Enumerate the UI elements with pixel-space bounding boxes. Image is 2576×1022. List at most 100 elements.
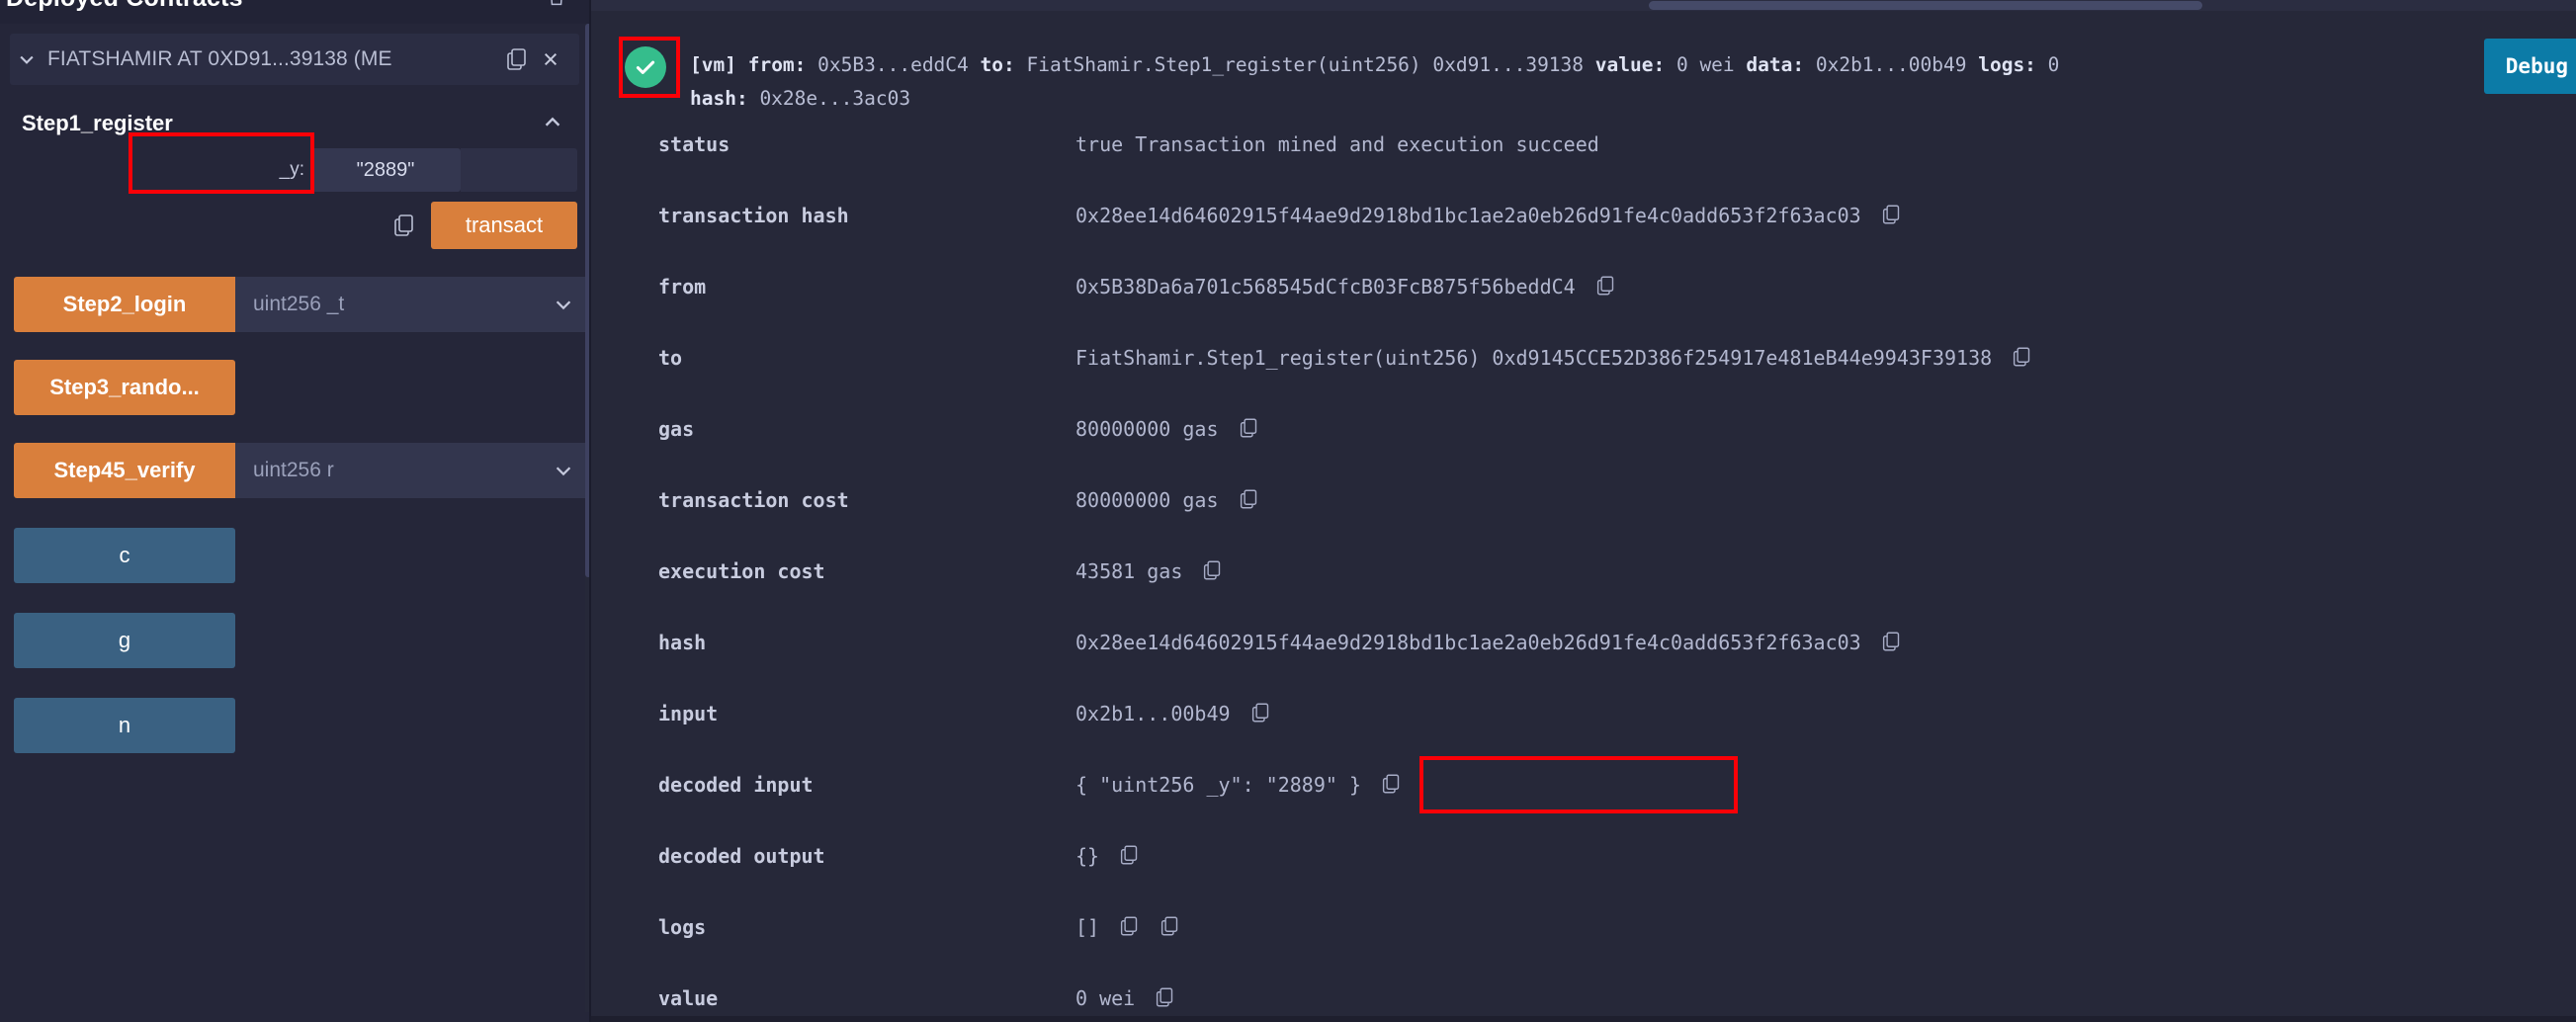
transaction-details-table: status true Transaction mined and executi… xyxy=(591,129,2576,1022)
copy-icon[interactable] xyxy=(1202,556,1223,586)
detail-value: FiatShamir.Step1_register(uint256) 0xd91… xyxy=(1075,343,2576,373)
param-label-y: _y: xyxy=(279,159,304,180)
copy-icon[interactable] xyxy=(1239,414,1259,444)
detail-value: 0 wei xyxy=(1075,983,2576,1013)
chevron-down-icon[interactable] xyxy=(16,48,38,70)
transaction-summary-line2: hash: 0x28e...3ac03 xyxy=(690,82,2059,116)
detail-value-text: 0 wei xyxy=(1075,986,1136,1010)
call-button-step3-rando[interactable]: Step3_rando... xyxy=(14,360,235,415)
detail-key: logs xyxy=(658,915,707,939)
contract-call-row: Step3_rando... xyxy=(0,360,591,415)
call-button-step2-login[interactable]: Step2_login xyxy=(14,277,235,332)
detail-key: input xyxy=(658,702,719,725)
copy-icon[interactable] xyxy=(1119,912,1140,942)
highlight-box-status-icon xyxy=(619,37,680,98)
detail-value-text: true Transaction mined and execution suc… xyxy=(1075,132,1599,156)
trash-icon[interactable] xyxy=(546,0,567,8)
deployed-contracts-sidebar: Deployed Contracts FIATSHAMIR AT 0XD91..… xyxy=(0,0,591,1022)
detail-row: hash 0x28ee14d64602915f44ae9d2918bd1bc1ae… xyxy=(591,628,2576,699)
terminal-content: [vm] from: 0x5B3...eddC4 to: FiatShamir.… xyxy=(591,11,2576,1022)
call-param-input[interactable]: uint256 _t xyxy=(235,277,536,332)
summary-segment: logs: xyxy=(1978,53,2036,76)
detail-value-text: {} xyxy=(1075,844,1100,868)
sidebar-header: Deployed Contracts xyxy=(0,0,591,24)
summary-segment: value: xyxy=(1594,53,1666,76)
copy-icon[interactable] xyxy=(1155,983,1175,1013)
detail-row: execution cost 43581 gas xyxy=(591,556,2576,628)
detail-value: 43581 gas xyxy=(1075,556,2576,586)
detail-row: status true Transaction mined and executi… xyxy=(591,129,2576,201)
copy-icon[interactable] xyxy=(1239,485,1259,515)
copy-icon[interactable] xyxy=(1381,770,1402,800)
detail-key: execution cost xyxy=(658,559,825,583)
detail-value-text: 0x28ee14d64602915f44ae9d2918bd1bc1ae2a0e… xyxy=(1075,204,1861,227)
detail-value-text: 0x2b1...00b49 xyxy=(1075,702,1231,725)
close-icon[interactable]: × xyxy=(532,45,569,73)
detail-value-text: 0x28ee14d64602915f44ae9d2918bd1bc1ae2a0e… xyxy=(1075,631,1861,654)
detail-key: gas xyxy=(658,417,695,441)
detail-key: hash xyxy=(658,631,707,654)
summary-segment: 0x2b1...00b49 xyxy=(1804,53,1979,76)
contract-call-row: Step2_login uint256 _t xyxy=(0,277,591,332)
detail-value-text: 80000000 gas xyxy=(1075,417,1219,441)
detail-value: 0x2b1...00b49 xyxy=(1075,699,2576,728)
detail-value-text: 80000000 gas xyxy=(1075,488,1219,512)
chevron-down-icon[interactable] xyxy=(536,443,591,498)
detail-key: value xyxy=(658,986,719,1010)
transaction-summary[interactable]: [vm] from: 0x5B3...eddC4 to: FiatShamir.… xyxy=(690,44,2059,116)
copy-icon[interactable] xyxy=(1250,699,1271,728)
detail-value: [] xyxy=(1075,912,2576,942)
copy-icon[interactable] xyxy=(502,44,532,74)
call-param-input[interactable]: uint256 r xyxy=(235,443,536,498)
summary-segment: 0 wei xyxy=(1665,53,1747,76)
detail-row: logs [] xyxy=(591,912,2576,983)
detail-value: 0x28ee14d64602915f44ae9d2918bd1bc1ae2a0e… xyxy=(1075,201,2576,230)
chevron-down-icon[interactable] xyxy=(536,277,591,332)
copy-icon[interactable] xyxy=(1881,628,1902,657)
getter-button-c[interactable]: c xyxy=(14,528,235,583)
transact-button[interactable]: transact xyxy=(431,202,577,249)
contract-card[interactable]: FIATSHAMIR AT 0XD91...39138 (ME × xyxy=(10,34,579,85)
detail-value-text: FiatShamir.Step1_register(uint256) 0xd91… xyxy=(1075,346,1993,370)
copy-icon[interactable] xyxy=(2012,343,2032,373)
detail-row: transaction cost 80000000 gas xyxy=(591,485,2576,556)
summary-segment: FiatShamir.Step1_register(uint256) 0xd91… xyxy=(1014,53,1595,76)
transaction-summary-line1: [vm] from: 0x5B3...eddC4 to: FiatShamir.… xyxy=(690,48,2059,82)
copy-icon[interactable] xyxy=(1119,841,1140,871)
summary-segment: [vm] xyxy=(690,53,736,76)
param-input-y[interactable] xyxy=(310,148,461,192)
detail-row: input 0x2b1...00b49 xyxy=(591,699,2576,770)
getter-button-n[interactable]: n xyxy=(14,698,235,753)
detail-value: 80000000 gas xyxy=(1075,414,2576,444)
summary-segment: data: xyxy=(1746,53,1805,76)
detail-value: {} xyxy=(1075,841,2576,871)
contract-call-row: Step45_verify uint256 r xyxy=(0,443,591,498)
detail-value-text: 43581 gas xyxy=(1075,559,1183,583)
getter-button-g[interactable]: g xyxy=(14,613,235,668)
detail-value: true Transaction mined and execution suc… xyxy=(1075,129,2576,159)
detail-value: { "uint256 _y": "2889" } xyxy=(1075,770,2576,800)
debug-button[interactable]: Debug xyxy=(2483,39,2576,94)
chevron-up-icon[interactable] xyxy=(542,112,565,135)
param-row-y: _y: xyxy=(22,132,577,194)
scrollbar-thumb[interactable] xyxy=(1649,1,2202,10)
call-button-step45-verify[interactable]: Step45_verify xyxy=(14,443,235,498)
function-title: Step1_register xyxy=(22,111,173,135)
terminal-horizontal-scrollbar[interactable] xyxy=(591,0,2576,11)
copy-icon[interactable] xyxy=(1595,272,1616,301)
detail-value: 80000000 gas xyxy=(1075,485,2576,515)
function-title-row[interactable]: Step1_register xyxy=(22,111,577,136)
detail-value-text: { "uint256 _y": "2889" } xyxy=(1075,773,1361,797)
detail-key: from xyxy=(658,275,707,298)
detail-row: decoded output {} xyxy=(591,841,2576,912)
function-action-row: transact xyxy=(22,202,577,249)
contract-calls-list: Step2_login uint256 _t Step3_rando... Step4… xyxy=(0,277,591,498)
detail-row: from 0x5B38Da6a701c568545dCfcB03FcB875f56… xyxy=(591,272,2576,343)
detail-row: transaction hash 0x28ee14d64602915f44ae9d… xyxy=(591,201,2576,272)
copy-calldata-icon[interactable] xyxy=(389,211,419,240)
remix-ide-window: Deployed Contracts FIATSHAMIR AT 0XD91..… xyxy=(0,0,2576,1022)
copy-icon[interactable] xyxy=(1159,912,1180,942)
copy-icon[interactable] xyxy=(1881,201,1902,230)
detail-row: to FiatShamir.Step1_register(uint256) 0xd… xyxy=(591,343,2576,414)
detail-row: gas 80000000 gas xyxy=(591,414,2576,485)
